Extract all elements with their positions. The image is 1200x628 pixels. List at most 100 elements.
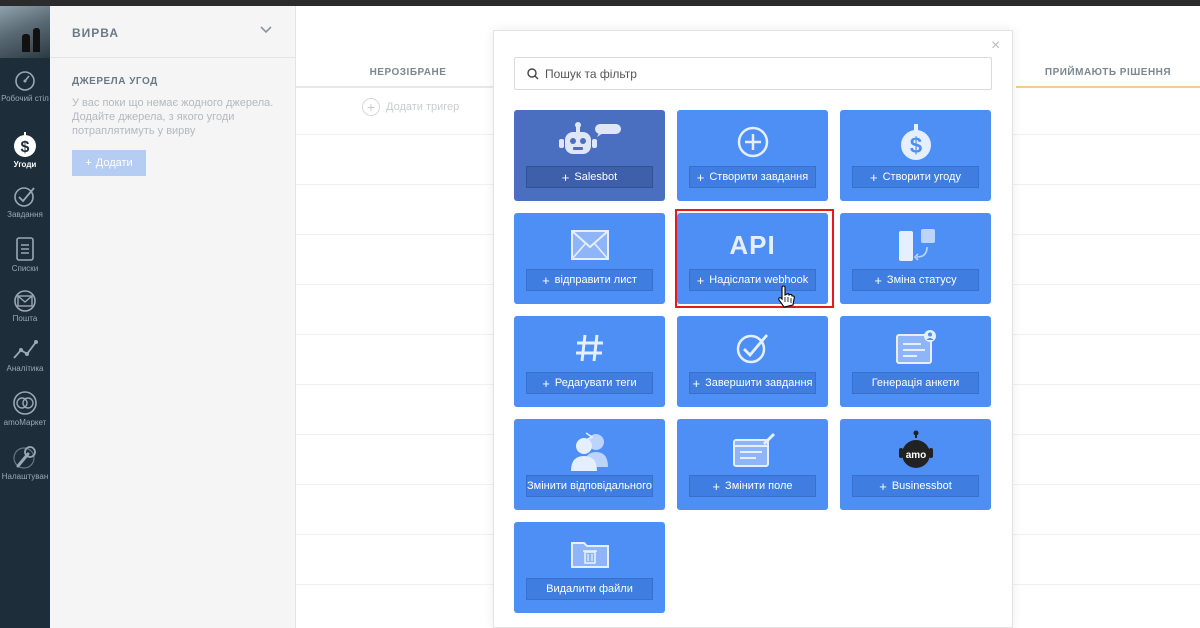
tile-create-deal[interactable]: $ + Створити угоду [840, 110, 991, 201]
plus-icon: + [874, 272, 882, 288]
pipeline-title: ВИРВА [72, 26, 120, 40]
send-email-button[interactable]: + відправити лист [526, 269, 653, 291]
hand-cursor-icon [778, 285, 795, 308]
add-trigger-label: Додати тригер [386, 101, 460, 113]
nav-item-settings[interactable]: Налаштуван [0, 444, 50, 481]
folder-delete-icon [570, 542, 609, 568]
svg-text:$: $ [909, 133, 921, 158]
edit-tags-button[interactable]: + Редагувати теги [526, 372, 653, 394]
nav-item-label: Пошта [12, 314, 38, 323]
market-icon [13, 391, 37, 415]
generate-form-button[interactable]: Генерація анкети [852, 372, 979, 394]
change-responsible-button[interactable]: Змінити відповідального [526, 475, 653, 497]
nav-item-label: amoМаркет [3, 418, 47, 427]
nav-item-analytics[interactable]: Аналітика [0, 338, 50, 373]
lists-icon [16, 237, 34, 261]
plus-icon: + [542, 375, 550, 391]
tile-delete-files[interactable]: Видалити файли [514, 522, 665, 613]
tile-generate-form[interactable]: Генерація анкети [840, 316, 991, 407]
tile-change-responsible[interactable]: Змінити відповідального [514, 419, 665, 510]
plus-icon: + [870, 169, 878, 185]
nav-item-label: Списки [11, 264, 39, 273]
nav-item-lists[interactable]: Списки [0, 236, 50, 273]
edit-field-icon [732, 432, 775, 467]
nav-item-tasks[interactable]: Завдання [0, 186, 50, 219]
close-icon[interactable]: × [991, 37, 1000, 55]
nav-item-deals[interactable]: $ Угоди [0, 132, 50, 169]
left-navigation: Робочий стіл $ Угоди Завдання Списки Пош… [0, 6, 50, 628]
change-field-button[interactable]: + Змінити поле [689, 475, 816, 497]
plus-icon: + [542, 272, 550, 288]
tile-label: Створити завдання [709, 171, 809, 183]
sources-panel: ВИРВА ДЖЕРЕЛА УГОД У вас поки що немає ж… [50, 6, 296, 628]
search-box[interactable] [514, 57, 992, 90]
column-title: НЕРОЗІБРАНЕ [369, 66, 447, 78]
tile-label: Salesbot [574, 171, 618, 183]
plus-icon: + [712, 478, 721, 494]
user-avatar[interactable] [0, 6, 50, 58]
analytics-icon [13, 340, 38, 359]
tile-label: Редагувати теги [554, 377, 637, 389]
plus-icon: + [696, 169, 705, 185]
nav-item-dashboard[interactable]: Робочий стіл [0, 70, 50, 103]
plus-icon: + [879, 478, 887, 494]
add-source-button[interactable]: + Додати [72, 150, 146, 176]
plus-circle-icon: + [362, 98, 380, 116]
tile-label: Businessbot [891, 480, 952, 492]
salesbot-button[interactable]: + Salesbot [526, 166, 653, 188]
amo-logo-text: amo [905, 450, 926, 461]
check-circle-icon [736, 334, 768, 364]
search-input[interactable] [545, 66, 975, 81]
businessbot-button[interactable]: + Businessbot [852, 475, 979, 497]
plus-icon: + [85, 157, 92, 169]
nav-item-market[interactable]: amoМаркет [0, 390, 50, 427]
salesbot-robot-icon [558, 122, 621, 154]
tile-salesbot[interactable]: + Salesbot [514, 110, 665, 201]
plus-icon: + [692, 375, 701, 391]
hashtag-icon [575, 334, 603, 362]
envelope-icon [570, 230, 609, 260]
form-profile-icon [895, 330, 936, 364]
tile-label: Змінити відповідального [527, 480, 652, 492]
tile-status-change[interactable]: + Зміна статусу [840, 213, 991, 304]
plus-circle-icon [737, 126, 768, 158]
complete-task-button[interactable]: + Завершити завдання [689, 372, 816, 394]
mail-icon [14, 290, 36, 312]
nav-item-label: Аналітика [6, 364, 44, 373]
tile-create-task[interactable]: + Створити завдання [677, 110, 828, 201]
sources-empty-text: У вас поки що немає жодного джерела. Дод… [72, 97, 274, 137]
tile-change-field[interactable]: + Змінити поле [677, 419, 828, 510]
create-deal-button[interactable]: + Створити угоду [852, 166, 979, 188]
tile-label: Створити угоду [882, 171, 961, 183]
deals-dollar-icon: $ [14, 132, 36, 157]
plus-icon: + [561, 169, 570, 185]
status-change-button[interactable]: + Зміна статусу [852, 269, 979, 291]
tile-complete-task[interactable]: + Завершити завдання [677, 316, 828, 407]
businessbot-icon: amo [898, 430, 933, 468]
tile-edit-tags[interactable]: + Редагувати теги [514, 316, 665, 407]
create-task-button[interactable]: + Створити завдання [689, 166, 816, 188]
nav-item-label: Налаштуван [1, 472, 49, 481]
sources-title: ДЖЕРЕЛА УГОД [72, 76, 158, 87]
tile-label: Видалити файли [546, 583, 633, 595]
tile-label: Генерація анкети [871, 377, 960, 389]
add-source-label: Додати [95, 157, 133, 169]
tile-businessbot[interactable]: amo + Businessbot [840, 419, 991, 510]
pipeline-header[interactable]: ВИРВА [50, 6, 295, 58]
column-title: ПРИЙМАЮТЬ РІШЕННЯ [1044, 66, 1172, 78]
settings-icon [13, 446, 36, 469]
tile-label: Зміна статусу [886, 274, 957, 286]
column-header-decision: ПРИЙМАЮТЬ РІШЕННЯ [1016, 58, 1200, 88]
chevron-down-icon[interactable] [260, 26, 272, 34]
tile-label: Змінити поле [725, 480, 793, 492]
status-change-icon [898, 229, 935, 261]
delete-files-button[interactable]: Видалити файли [526, 578, 653, 600]
tile-label: відправити лист [554, 274, 637, 286]
nav-item-label: Угоди [13, 160, 37, 169]
tile-send-email[interactable]: + відправити лист [514, 213, 665, 304]
column-header-unsorted: НЕРОЗІБРАНЕ [296, 58, 520, 88]
svg-text:$: $ [21, 139, 30, 156]
nav-item-label: Робочий стіл [1, 94, 49, 103]
add-trigger-button[interactable]: + Додати тригер [362, 98, 459, 116]
nav-item-mail[interactable]: Пошта [0, 290, 50, 323]
